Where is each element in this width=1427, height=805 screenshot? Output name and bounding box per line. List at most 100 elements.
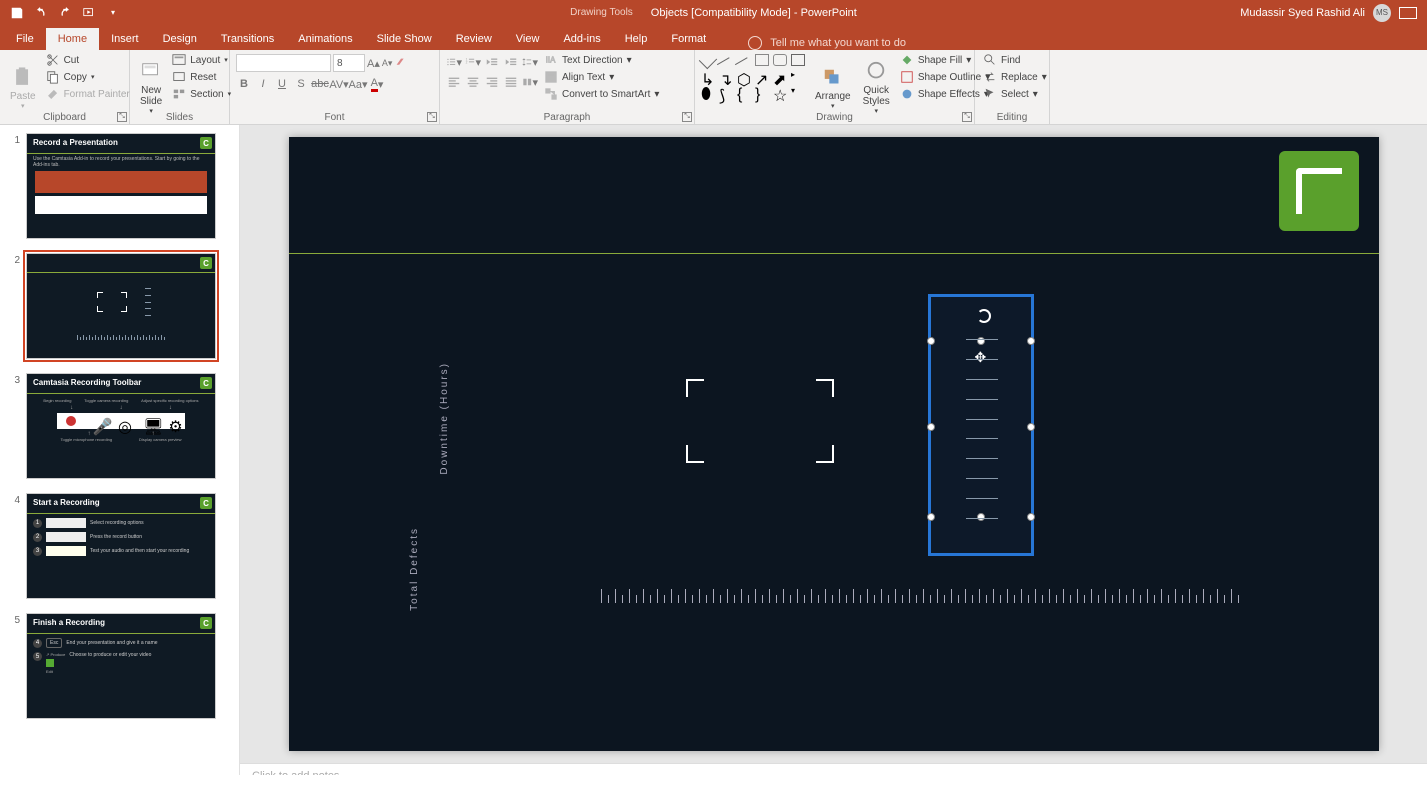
user-avatar[interactable]: MS [1373, 4, 1391, 22]
slide-thumbnail-5[interactable]: C Finish a Recording 4EscEnd your presen… [26, 613, 216, 719]
svg-text:2: 2 [466, 60, 468, 64]
drawing-launcher[interactable]: ⤡ [962, 112, 972, 122]
scissors-icon [46, 53, 60, 67]
align-right-button[interactable] [484, 74, 500, 90]
smartart-icon [544, 87, 558, 101]
start-from-beginning-icon[interactable] [82, 6, 96, 20]
layout-icon [172, 53, 186, 67]
reset-button[interactable]: Reset [170, 69, 233, 85]
decrease-font-icon[interactable]: A▾ [382, 58, 393, 69]
camtasia-logo-icon: C [200, 257, 212, 269]
user-name[interactable]: Mudassir Syed Rashid Ali [1240, 7, 1365, 19]
format-painter-button[interactable]: Format Painter [44, 86, 132, 102]
char-spacing-button[interactable]: AV▾ [331, 76, 347, 92]
tab-animations[interactable]: Animations [286, 28, 364, 50]
paragraph-launcher[interactable]: ⤡ [682, 112, 692, 122]
document-title: Objects [Compatibility Mode] - PowerPoin… [651, 7, 857, 19]
cut-button[interactable]: Cut [44, 52, 132, 68]
slide-thumbnails-panel[interactable]: 1 C Record a Presentation Use the Camtas… [0, 125, 240, 775]
rotate-handle[interactable] [977, 309, 991, 323]
group-editing: Find Replace ▾ Select ▾ Editing [975, 50, 1050, 124]
change-case-button[interactable]: Aa▾ [350, 76, 366, 92]
tab-file[interactable]: File [4, 28, 46, 50]
crop-marks [686, 379, 834, 463]
thumb-number: 5 [10, 613, 20, 719]
underline-button[interactable]: U [274, 76, 290, 92]
tab-help[interactable]: Help [613, 28, 660, 50]
slide-thumbnail-4[interactable]: C Start a Recording 1Select recording op… [26, 493, 216, 599]
decrease-indent-button[interactable] [484, 54, 500, 70]
text-direction-icon: IIA [544, 53, 558, 67]
tab-transitions[interactable]: Transitions [209, 28, 286, 50]
slide-thumbnail-1[interactable]: C Record a Presentation Use the Camtasia… [26, 133, 216, 239]
tab-slideshow[interactable]: Slide Show [365, 28, 444, 50]
thumb-number: 1 [10, 133, 20, 239]
effects-icon [900, 87, 914, 101]
justify-button[interactable] [503, 74, 519, 90]
shapes-gallery[interactable]: ↳ ↴ ⬡ ↗ ⬈ ▸ ⬮ ⟆ { } ☆ ▾ [701, 54, 807, 100]
lightbulb-icon [748, 36, 762, 50]
arrange-icon [822, 67, 844, 89]
shadow-button[interactable]: S [293, 76, 309, 92]
italic-button[interactable]: I [255, 76, 271, 92]
increase-font-icon[interactable]: A▴ [367, 57, 380, 70]
font-size-select[interactable] [333, 54, 365, 72]
numbering-button[interactable]: 12▾ [465, 54, 481, 70]
cursor-icon [983, 87, 997, 101]
tab-design[interactable]: Design [151, 28, 209, 50]
clipboard-launcher[interactable]: ⤡ [117, 112, 127, 122]
replace-button[interactable]: Replace ▾ [981, 69, 1049, 85]
tab-review[interactable]: Review [444, 28, 504, 50]
convert-smartart-button[interactable]: Convert to SmartArt ▾ [542, 86, 661, 102]
clear-formatting-icon[interactable] [394, 56, 408, 70]
pen-icon [900, 70, 914, 84]
qat-dropdown-icon[interactable]: ▾ [106, 6, 120, 20]
brush-icon [46, 87, 60, 101]
save-icon[interactable] [10, 6, 24, 20]
copy-icon [46, 70, 60, 84]
columns-button[interactable]: ▾ [522, 74, 538, 90]
paste-icon [12, 67, 34, 89]
slide-canvas[interactable]: Downtime (Hours) Total Defects [289, 137, 1379, 751]
group-drawing: ↳ ↴ ⬡ ↗ ⬈ ▸ ⬮ ⟆ { } ☆ ▾ Arrange▾ [695, 50, 975, 124]
slide-thumbnail-2[interactable]: C [26, 253, 216, 359]
group-font: A▴ A▾ B I U S abc AV▾ Aa▾ A▾ Font ⤡ [230, 50, 440, 124]
ribbon-display-options-icon[interactable] [1399, 7, 1417, 19]
text-direction-button[interactable]: IIAText Direction ▾ [542, 52, 661, 68]
font-family-select[interactable] [236, 54, 331, 72]
undo-icon[interactable] [34, 6, 48, 20]
redo-icon[interactable] [58, 6, 72, 20]
line-spacing-button[interactable]: ▾ [522, 54, 538, 70]
new-slide-icon [140, 61, 162, 83]
bold-button[interactable]: B [236, 76, 252, 92]
layout-button[interactable]: Layout ▾ [170, 52, 233, 68]
ribbon: Paste▾ Cut Copy ▾ Format Painter Clipboa… [0, 50, 1427, 125]
contextual-tab-label: Drawing Tools [570, 7, 633, 19]
align-text-button[interactable]: Align Text ▾ [542, 69, 661, 85]
tab-insert[interactable]: Insert [99, 28, 151, 50]
slide-thumbnail-3[interactable]: C Camtasia Recording Toolbar Begin recor… [26, 373, 216, 479]
y-axis-label-top: Downtime (Hours) [439, 362, 450, 475]
select-button[interactable]: Select ▾ [981, 86, 1049, 102]
tell-me-search[interactable]: Tell me what you want to do [718, 36, 906, 50]
align-center-button[interactable] [465, 74, 481, 90]
font-launcher[interactable]: ⤡ [427, 112, 437, 122]
ruler-ticks-horizontal [601, 589, 1239, 603]
font-color-button[interactable]: A▾ [369, 76, 385, 92]
tab-home[interactable]: Home [46, 28, 99, 50]
bullets-button[interactable]: ▾ [446, 54, 462, 70]
section-button[interactable]: Section ▾ [170, 86, 233, 102]
copy-button[interactable]: Copy ▾ [44, 69, 132, 85]
align-left-button[interactable] [446, 74, 462, 90]
tab-addins[interactable]: Add-ins [551, 28, 612, 50]
strikethrough-button[interactable]: abc [312, 76, 328, 92]
thumb-number: 3 [10, 373, 20, 479]
notes-pane[interactable]: Click to add notes [240, 763, 1427, 775]
find-button[interactable]: Find [981, 52, 1049, 68]
tab-format[interactable]: Format [659, 28, 718, 50]
increase-indent-button[interactable] [503, 54, 519, 70]
selected-shape[interactable]: ✥ [931, 297, 1031, 553]
ruler-ticks-vertical [966, 339, 998, 519]
tab-view[interactable]: View [504, 28, 552, 50]
camtasia-logo-icon: C [200, 617, 212, 629]
